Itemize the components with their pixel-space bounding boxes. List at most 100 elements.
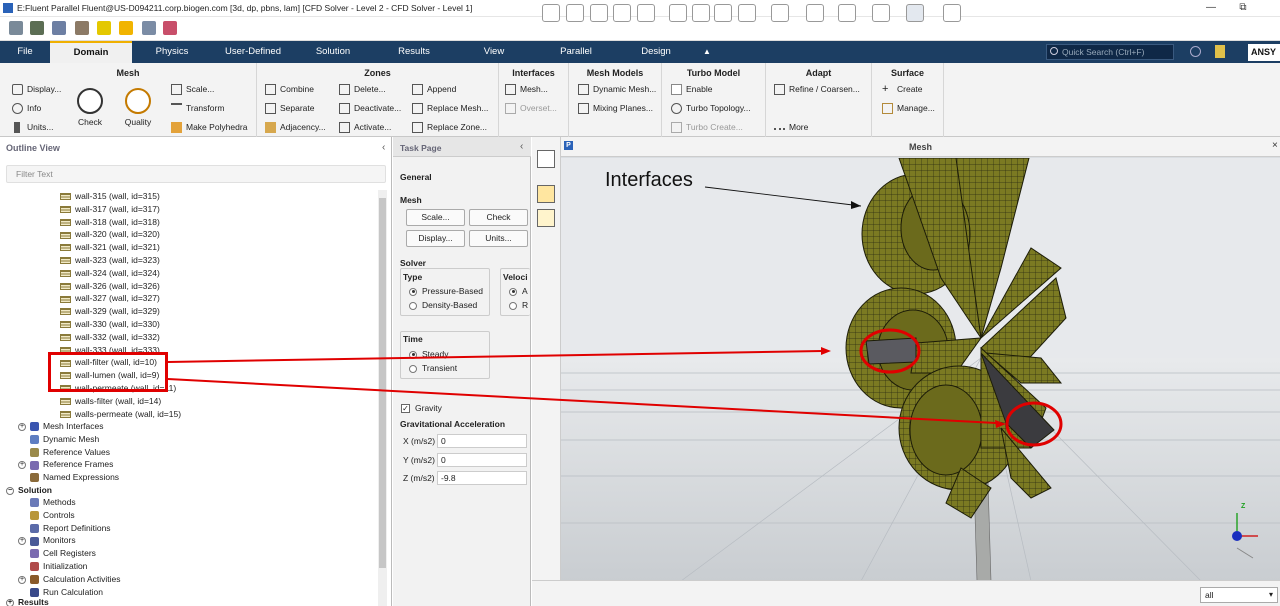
check-button[interactable]: Check	[74, 88, 106, 127]
write-data-icon[interactable]	[75, 21, 89, 35]
open-case-icon[interactable]	[9, 21, 23, 35]
separate-button[interactable]: Separate	[265, 101, 315, 116]
graphics-viewport[interactable]: Mesh P × Interfaces Z	[561, 137, 1280, 606]
tab-design[interactable]: Design	[632, 41, 680, 63]
manage-surface-button[interactable]: Manage...	[882, 101, 935, 116]
wall-item[interactable]: wall-324 (wall, id=324)	[60, 267, 370, 280]
notes-view-icon[interactable]	[943, 4, 961, 22]
create-surface-button[interactable]: + Create	[882, 82, 923, 97]
wall-item[interactable]: wall-326 (wall, id=326)	[60, 280, 370, 293]
delete-button[interactable]: Delete...	[339, 82, 386, 97]
interfaces-mesh-button[interactable]: Mesh...	[505, 82, 548, 97]
copy-view-icon[interactable]	[872, 4, 890, 22]
camera-icon[interactable]	[806, 4, 824, 22]
setup-item[interactable]: Named Expressions	[18, 471, 358, 484]
restore-button[interactable]: ⧉	[1228, 1, 1258, 15]
tab-file[interactable]: File	[8, 41, 42, 63]
write-case-icon[interactable]	[52, 21, 66, 35]
scale-mesh-button[interactable]: Scale...	[406, 209, 465, 226]
probe-icon[interactable]	[637, 4, 655, 22]
zoom-icon[interactable]	[613, 4, 631, 22]
axis-toggle-icon[interactable]	[906, 4, 924, 22]
tab-solution[interactable]: Solution	[305, 41, 361, 63]
flag-icon[interactable]	[163, 21, 177, 35]
wall-item[interactable]: wall-329 (wall, id=329)	[60, 305, 370, 318]
units-mesh-button[interactable]: Units...	[469, 230, 528, 247]
adjacency-button[interactable]: Adjacency...	[265, 120, 326, 135]
more-button[interactable]: More	[774, 120, 808, 135]
setup-item[interactable]: Reference Values	[18, 446, 358, 459]
view-selector[interactable]: all ▾	[1200, 587, 1278, 603]
collapse-ribbon-icon[interactable]: ▲	[700, 41, 714, 63]
check-mesh-button[interactable]: Check	[469, 209, 528, 226]
filter-text-input[interactable]: Filter Text	[6, 165, 386, 183]
tab-results[interactable]: Results	[388, 41, 440, 63]
zoom-box-icon[interactable]	[590, 4, 608, 22]
wall-item[interactable]: wall-323 (wall, id=323)	[60, 254, 370, 267]
info-button[interactable]: Info	[12, 101, 41, 116]
display-mesh-button[interactable]: Display...	[406, 230, 465, 247]
dynamic-mesh-button[interactable]: Dynamic Mesh...	[578, 82, 656, 97]
wall-item[interactable]: wall-318 (wall, id=318)	[60, 216, 370, 229]
solution-item[interactable]: Controls	[18, 509, 358, 522]
ansys-logo-icon[interactable]	[119, 21, 133, 35]
solution-item[interactable]: Cell Registers	[18, 547, 358, 560]
tab-domain[interactable]: Domain	[50, 41, 132, 63]
solution-tree-header[interactable]: − Solution	[6, 484, 52, 497]
solution-item[interactable]: Report Definitions	[18, 522, 358, 535]
lightning-icon[interactable]	[97, 21, 111, 35]
mixing-planes-button[interactable]: Mixing Planes...	[578, 101, 653, 116]
tab-parallel[interactable]: Parallel	[552, 41, 600, 63]
turbo-topology-button[interactable]: Turbo Topology...	[671, 101, 751, 116]
wall-item[interactable]: wall-332 (wall, id=332)	[60, 331, 370, 344]
collapse-task-page-icon[interactable]: ‹	[520, 141, 523, 152]
outline-scrollbar-thumb[interactable]	[379, 198, 386, 568]
ruler-tool-icon[interactable]	[771, 4, 789, 22]
gravity-checkbox[interactable]: ✓ Gravity	[401, 403, 442, 414]
replace-mesh-button[interactable]: Replace Mesh...	[412, 101, 488, 116]
scale-button[interactable]: Scale...	[171, 82, 214, 97]
minimize-button[interactable]: —	[1196, 1, 1226, 15]
enable-turbo-checkbox[interactable]: Enable	[671, 82, 712, 97]
y-accel-input[interactable]: 0	[437, 453, 527, 467]
collapse-outline-icon[interactable]: ‹	[382, 142, 385, 153]
z-accel-input[interactable]: -9.8	[437, 471, 527, 485]
wall-item[interactable]: wall-317 (wall, id=317)	[60, 203, 370, 216]
results-tree-header[interactable]: + Results	[6, 596, 49, 606]
setup-item[interactable]: Dynamic Mesh	[18, 433, 358, 446]
setup-item[interactable]: + Reference Frames	[18, 458, 358, 471]
wall-item[interactable]: wall-315 (wall, id=315)	[60, 190, 370, 203]
solution-item[interactable]: Initialization	[18, 560, 358, 573]
tab-physics[interactable]: Physics	[145, 41, 199, 63]
pressure-based-radio[interactable]: Pressure-Based	[409, 286, 483, 296]
transient-radio[interactable]: Transient	[409, 363, 457, 373]
combine-button[interactable]: Combine	[265, 82, 314, 97]
solution-item[interactable]: Run Calculation	[18, 586, 358, 599]
deactivate-button[interactable]: Deactivate...	[339, 101, 401, 116]
quick-search-input[interactable]: Quick Search (Ctrl+F)	[1046, 44, 1174, 60]
append-button[interactable]: Append	[412, 82, 456, 97]
activate-button[interactable]: Activate...	[339, 120, 391, 135]
close-viewport-icon[interactable]: ×	[1272, 140, 1278, 151]
make-polyhedra-button[interactable]: Make Polyhedra	[171, 120, 247, 135]
transform-button[interactable]: Transform	[171, 101, 224, 116]
wall-item[interactable]: wall-320 (wall, id=320)	[60, 228, 370, 241]
units-button[interactable]: Units...	[12, 120, 53, 135]
window-layout-icon[interactable]	[537, 150, 555, 168]
setup-item[interactable]: + Mesh Interfaces	[18, 420, 358, 433]
quality-button[interactable]: Quality	[118, 88, 158, 127]
flag-orange-icon[interactable]	[537, 185, 555, 203]
display-button[interactable]: Display...	[12, 82, 61, 97]
tab-user-defined[interactable]: User-Defined	[218, 41, 288, 63]
replace-zone-button[interactable]: Replace Zone...	[412, 120, 487, 135]
wall-item[interactable]: wall-330 (wall, id=330)	[60, 318, 370, 331]
overset-button[interactable]: Overset...	[505, 101, 557, 116]
read-data-icon[interactable]	[30, 21, 44, 35]
velocity-relative-radio[interactable]: R	[509, 300, 528, 310]
tab-view[interactable]: View	[474, 41, 514, 63]
zoom-in-icon[interactable]	[669, 4, 687, 22]
cube-view-icon[interactable]	[838, 4, 856, 22]
solution-item[interactable]: Methods	[18, 496, 358, 509]
axes-icon[interactable]	[714, 4, 732, 22]
notes-icon[interactable]	[1215, 45, 1225, 58]
